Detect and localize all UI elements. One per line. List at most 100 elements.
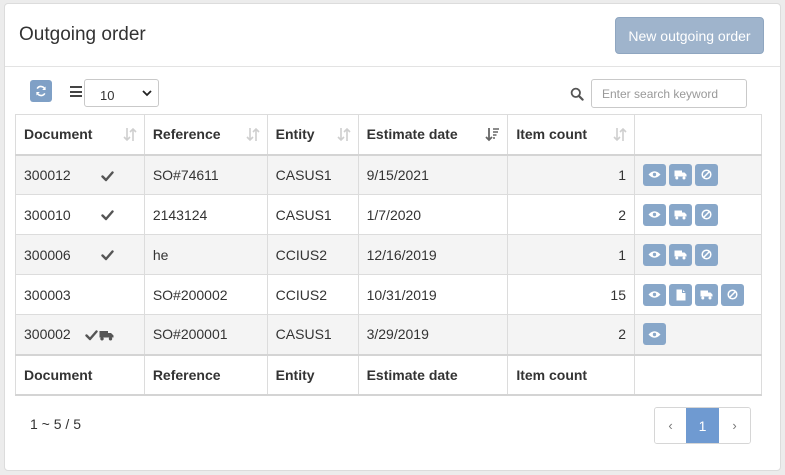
item-count-cell: 2 <box>507 194 635 235</box>
pagination: ‹ 1 › <box>654 407 751 444</box>
sort-icon <box>337 127 351 142</box>
check-status-icon <box>85 328 98 344</box>
check-status-icon <box>101 208 114 224</box>
view-button[interactable] <box>643 243 666 266</box>
row-actions <box>643 163 753 186</box>
actions-cell <box>634 194 762 235</box>
actions-cell <box>634 274 762 315</box>
page-size-select[interactable]: 10 <box>84 79 159 107</box>
item-count-cell: 2 <box>507 314 635 355</box>
row-actions <box>643 323 753 346</box>
truck-icon <box>700 290 713 300</box>
check-status-icon <box>101 169 114 185</box>
chevron-down-icon <box>142 90 152 97</box>
document-cell: 300003 <box>15 274 145 315</box>
refresh-icon <box>36 85 46 97</box>
actions-cell <box>634 234 762 275</box>
search-input[interactable] <box>591 79 747 108</box>
ban-icon <box>727 289 738 300</box>
check-status-icon <box>101 248 114 264</box>
view-button[interactable] <box>643 283 666 306</box>
ship-button[interactable] <box>669 243 692 266</box>
reference-cell: SO#74611 <box>143 154 268 195</box>
footer-reference: Reference <box>143 353 268 396</box>
truck-icon <box>674 210 687 220</box>
page-title: Outgoing order <box>19 24 146 45</box>
entity-cell: CASUS1 <box>266 154 359 195</box>
view-button[interactable] <box>643 323 666 346</box>
column-header-reference[interactable]: Reference <box>143 114 268 156</box>
table-row: 300006 he CCIUS2 12/16/2019 1 <box>15 234 762 275</box>
row-actions <box>643 203 753 226</box>
ban-icon <box>701 209 712 220</box>
document-number: 300010 <box>24 206 71 223</box>
document-number: 300006 <box>24 246 71 263</box>
footer-estimate-date: Estimate date <box>357 353 509 396</box>
estimate-date-cell: 12/16/2019 <box>357 234 509 275</box>
column-header-entity[interactable]: Entity <box>266 114 359 156</box>
document-status <box>101 208 114 224</box>
cancel-button[interactable] <box>721 283 744 306</box>
actions-cell <box>634 314 762 355</box>
footer-item-count: Item count <box>507 353 635 396</box>
column-header-estimate-date[interactable]: Estimate date <box>357 114 509 156</box>
cancel-button[interactable] <box>695 203 718 226</box>
sort-desc-icon <box>485 128 500 142</box>
actions-cell <box>634 154 762 195</box>
document-cell: 300006 <box>15 234 145 275</box>
document-number: 300003 <box>24 286 71 303</box>
new-outgoing-order-button[interactable]: New outgoing order <box>615 17 764 54</box>
sort-icon <box>123 127 137 142</box>
truck-icon <box>674 170 687 180</box>
panel-header: Outgoing order New outgoing order <box>5 4 780 67</box>
entity-cell: CCIUS2 <box>266 274 359 315</box>
eye-icon <box>648 250 661 259</box>
estimate-date-cell: 1/7/2020 <box>357 194 509 235</box>
footer-entity: Entity <box>266 353 359 396</box>
column-header-actions <box>634 114 762 156</box>
view-button[interactable] <box>643 203 666 226</box>
ship-button[interactable] <box>695 283 718 306</box>
column-header-document[interactable]: Document <box>15 114 145 156</box>
estimate-date-cell: 3/29/2019 <box>357 314 509 355</box>
reference-cell: he <box>143 234 268 275</box>
item-count-cell: 1 <box>507 154 635 195</box>
pagination-info: 1 ~ 5 / 5 <box>30 416 81 432</box>
view-button[interactable] <box>643 163 666 186</box>
cancel-button[interactable] <box>695 243 718 266</box>
document-status <box>101 169 114 185</box>
document-status <box>85 328 114 344</box>
prev-page-button[interactable]: ‹ <box>655 408 686 443</box>
table-row: 300012 SO#74611 CASUS1 9/15/2021 1 <box>15 154 762 195</box>
document-cell: 300010 <box>15 194 145 235</box>
item-count-cell: 1 <box>507 234 635 275</box>
entity-cell: CCIUS2 <box>266 234 359 275</box>
eye-icon <box>648 330 661 339</box>
ship-button[interactable] <box>669 163 692 186</box>
ban-icon <box>701 249 712 260</box>
next-page-button[interactable]: › <box>719 408 750 443</box>
reference-cell: SO#200002 <box>143 274 268 315</box>
eye-icon <box>648 170 661 179</box>
list-icon <box>70 86 82 97</box>
copy-button[interactable] <box>669 283 692 306</box>
table-row: 300003 SO#200002 CCIUS2 10/31/2019 15 <box>15 274 762 315</box>
footer-document: Document <box>15 353 145 396</box>
table-header-row: Document Reference Entity Estimate date … <box>15 114 762 156</box>
eye-icon <box>648 290 661 299</box>
estimate-date-cell: 10/31/2019 <box>357 274 509 315</box>
sort-icon <box>613 127 627 142</box>
document-cell: 300012 <box>15 154 145 195</box>
column-header-item-count[interactable]: Item count <box>507 114 635 156</box>
page-1-button[interactable]: 1 <box>686 408 719 443</box>
ship-button[interactable] <box>669 203 692 226</box>
cancel-button[interactable] <box>695 163 718 186</box>
outgoing-order-table: Document Reference Entity Estimate date … <box>15 114 762 396</box>
row-actions <box>643 283 753 306</box>
reference-cell: 2143124 <box>143 194 268 235</box>
reference-cell: SO#200001 <box>143 314 268 355</box>
sort-icon <box>246 127 260 142</box>
document-icon <box>676 289 686 301</box>
refresh-button[interactable] <box>30 80 52 102</box>
estimate-date-cell: 9/15/2021 <box>357 154 509 195</box>
